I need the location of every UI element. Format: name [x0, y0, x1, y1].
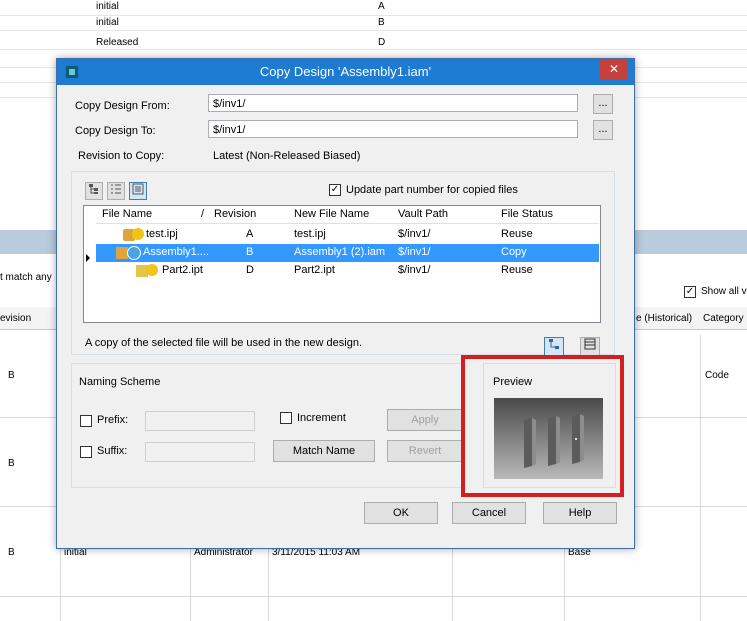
copy-from-browse-button[interactable]: ... [593, 94, 613, 114]
file-status-cell[interactable]: Copy [501, 246, 527, 258]
column-header-revision[interactable]: Revision [214, 208, 256, 220]
column-header-file-name[interactable]: File Name [102, 208, 152, 220]
current-row-indicator-icon [86, 254, 90, 262]
match-name-button[interactable]: Match Name [273, 440, 375, 462]
revert-button[interactable]: Revert [387, 440, 463, 462]
column-header-new-file-name[interactable]: New File Name [294, 208, 369, 220]
suffix-field[interactable] [145, 442, 255, 462]
file-row-selected[interactable]: Assembly1.... B Assembly1 (2).iam $/inv1… [96, 244, 599, 262]
checked-in-status-icon [146, 264, 158, 276]
vault-path-cell: $/inv1/ [398, 246, 431, 258]
table-row[interactable]: initial B [0, 15, 747, 31]
column-header-category[interactable]: Category [703, 313, 744, 324]
new-file-name-cell[interactable]: Assembly1 (2).iam [294, 246, 385, 258]
column-header-historical[interactable]: e (Historical) [636, 313, 692, 324]
state-cell: initial [96, 1, 119, 12]
show-all-label: Show all v [701, 286, 747, 297]
category-cell: Code [705, 370, 729, 381]
increment-checkbox[interactable] [280, 412, 292, 424]
state-cell: initial [96, 17, 119, 28]
checked-in-status-icon [132, 228, 144, 240]
column-header-file-status[interactable]: File Status [501, 208, 553, 220]
update-part-number-label: Update part number for copied files [346, 184, 518, 196]
files-grid: File Name / Revision New File Name Vault… [83, 205, 601, 323]
structure-view-icon[interactable] [544, 337, 564, 357]
cancel-button[interactable]: Cancel [452, 502, 526, 524]
revision-to-copy-value[interactable]: Latest (Non-Released Biased) [213, 150, 360, 162]
vault-path-cell: $/inv1/ [398, 228, 431, 240]
rev-cell: B [378, 17, 385, 28]
copy-to-browse-button[interactable]: ... [593, 120, 613, 140]
suffix-label: Suffix: [97, 445, 128, 457]
prefix-field[interactable] [145, 411, 255, 431]
revision-to-copy-label: Revision to Copy: [78, 150, 165, 162]
help-button[interactable]: Help [543, 502, 617, 524]
close-button[interactable]: ✕ [600, 59, 628, 79]
rev-cell: D [378, 37, 386, 48]
rev-cell: A [378, 1, 385, 12]
details-view-icon[interactable] [129, 182, 147, 200]
prefix-checkbox[interactable] [80, 415, 92, 427]
rev-cell: B [8, 370, 15, 381]
naming-scheme-label: Naming Scheme [79, 376, 161, 388]
column-header-vault-path[interactable]: Vault Path [398, 208, 448, 220]
file-status-cell[interactable]: Reuse [501, 264, 533, 276]
file-status-cell[interactable]: Reuse [501, 228, 533, 240]
update-part-number-checkbox[interactable]: ✓ [329, 184, 341, 196]
copy-to-label: Copy Design To: [75, 125, 156, 137]
info-text: A copy of the selected file will be used… [85, 337, 363, 349]
dialog-title: Copy Design 'Assembly1.iam' [259, 64, 432, 79]
revision-cell: D [246, 264, 254, 276]
match-any-label: t match any [0, 272, 52, 283]
file-name-cell: Assembly1.... [143, 246, 210, 258]
state-cell: Released [96, 37, 139, 48]
file-name-cell: Part2.ipt [162, 264, 203, 276]
checked-out-status-icon [127, 246, 141, 260]
ok-button[interactable]: OK [364, 502, 438, 524]
copy-to-field[interactable]: $/inv1/ [208, 120, 578, 138]
revision-cell: A [246, 228, 254, 240]
show-all-checkbox[interactable]: ✓ [684, 286, 696, 298]
column-header-revision[interactable]: evision [0, 313, 31, 324]
table-view-icon[interactable] [580, 337, 600, 357]
new-file-name-cell[interactable]: test.ipj [294, 228, 326, 240]
table-row[interactable]: initial A [0, 0, 747, 16]
rev-cell: B [8, 458, 15, 469]
prefix-label: Prefix: [97, 414, 129, 426]
copy-from-field[interactable]: $/inv1/ [208, 94, 578, 112]
file-row[interactable]: test.ipj A test.ipj $/inv1/ Reuse [96, 226, 599, 244]
file-row[interactable]: Part2.ipt D Part2.ipt $/inv1/ Reuse [96, 262, 599, 280]
increment-label: Increment [297, 412, 346, 424]
revision-cell: B [246, 246, 254, 258]
vault-path-cell: $/inv1/ [398, 264, 431, 276]
rev-cell: B [8, 547, 15, 558]
suffix-checkbox[interactable] [80, 446, 92, 458]
copy-from-label: Copy Design From: [75, 100, 170, 112]
apply-button[interactable]: Apply [387, 409, 463, 431]
tree-view-icon[interactable] [85, 182, 103, 200]
new-file-name-cell[interactable]: Part2.ipt [294, 264, 335, 276]
file-name-cell: test.ipj [146, 228, 178, 240]
preview-highlight-box [461, 355, 624, 497]
list-view-icon[interactable] [107, 182, 125, 200]
sort-indicator-icon: / [201, 208, 205, 220]
table-row[interactable]: Released D [0, 34, 747, 50]
